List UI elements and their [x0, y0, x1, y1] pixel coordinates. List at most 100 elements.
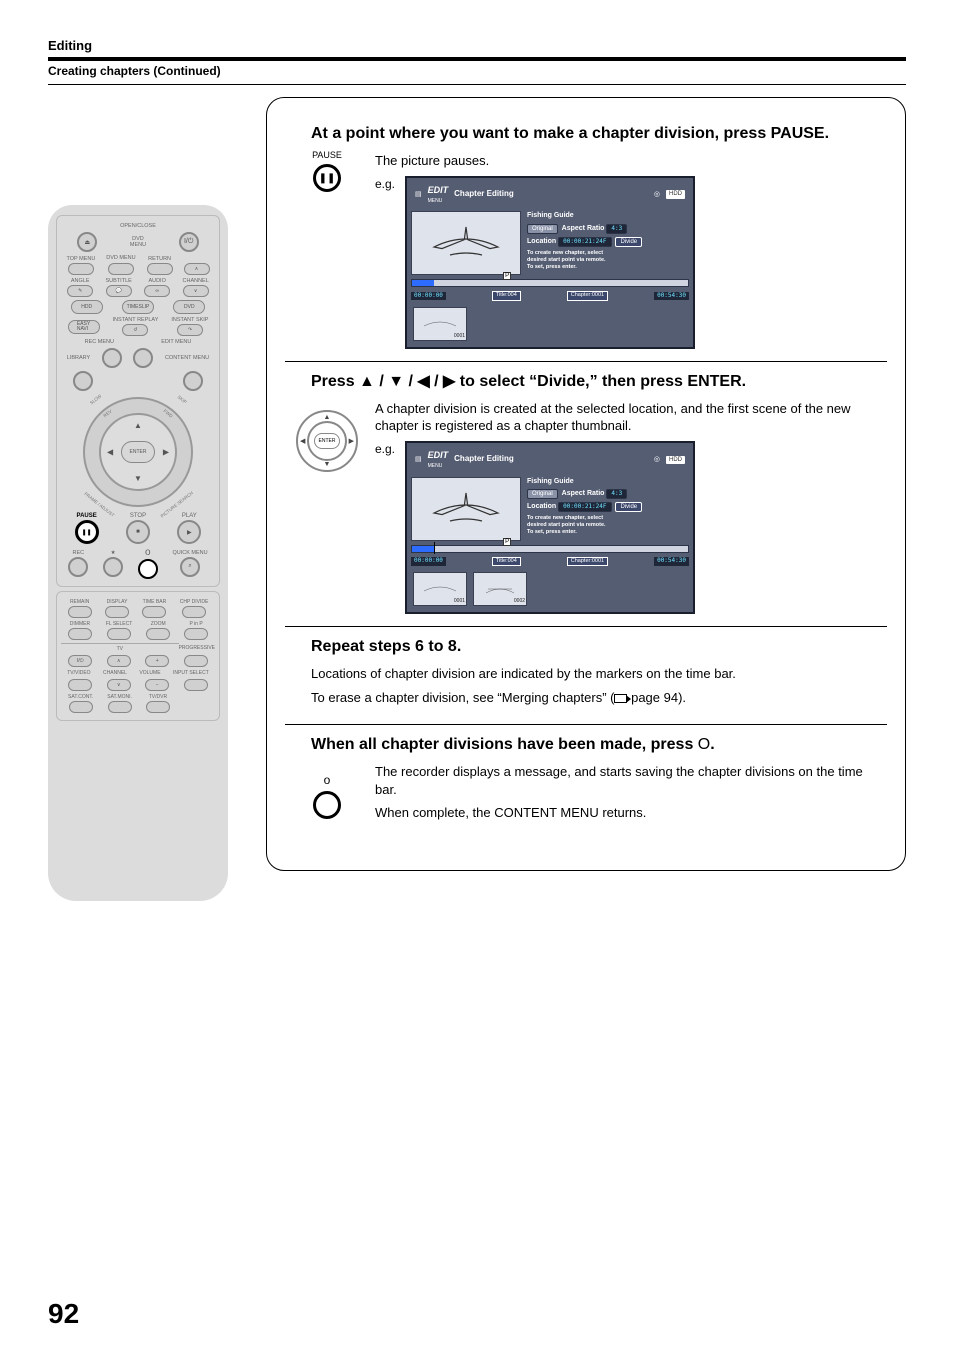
remote-diagram: OPEN/CLOSE ⏏ DVD MENU I/⏻ TOP MENU DVD M… [48, 95, 238, 901]
disc-icon: ◎ [654, 190, 660, 199]
label-timebar: TIME BAR [143, 599, 167, 605]
step-7: Press ▲ / ▼ / ◀ / ▶ to select “Divide,” … [285, 361, 887, 626]
label-zoom: ZOOM [151, 621, 166, 627]
tv-ch-dn-button: ∨ [107, 679, 131, 691]
step-9-heading: When all chapter divisions have been mad… [311, 735, 887, 755]
play-button: ▶ [177, 520, 201, 544]
osd-title: Chapter Editing [454, 454, 648, 465]
osd-thumb-1: 0001 [413, 572, 467, 606]
step-8-heading: Repeat steps 6 to 8. [311, 637, 887, 657]
eg-label: e.g. [375, 176, 395, 192]
dpad-icon: ▲ ▼ ◀ ▶ ENTER [296, 410, 358, 472]
end-button [138, 559, 158, 579]
step-6-heading: At a point where you want to make a chap… [311, 124, 887, 144]
dpad-down-icon: ▼ [134, 474, 142, 483]
label-return: RETURN [148, 256, 171, 262]
timeslip-button: TIMESLIP [122, 300, 154, 314]
label-chpdiv: CHP DIVIDE [180, 599, 209, 605]
label-open-close: OPEN/CLOSE [120, 223, 156, 229]
label-play: PLAY [182, 513, 197, 519]
dpad-left-icon: ◀ [107, 448, 113, 457]
osd-location-label: Location [527, 238, 556, 245]
label-dimmer: DIMMER [70, 621, 90, 627]
osd-chapter-badge: Chapter:0001 [567, 291, 608, 300]
step-8-body2: To erase a chapter division, see “Mergin… [311, 689, 887, 707]
step-6: At a point where you want to make a chap… [285, 114, 887, 361]
osd-location-value: 00:00:21:24F [558, 502, 611, 512]
label-quick-menu: QUICK MENU [172, 550, 207, 556]
pause-icon: ❚❚ [313, 164, 341, 192]
subsection-title: Creating chapters (Continued) [48, 64, 906, 85]
osd-content-title: Fishing Guide [527, 477, 689, 486]
zoom-button [146, 628, 170, 640]
stop-button: ■ [126, 520, 150, 544]
tv-video-button [68, 679, 92, 691]
menu-button [108, 263, 134, 275]
progressive-button [184, 655, 208, 667]
dpad-up-icon: ▲ [134, 421, 142, 430]
osd-timebar: P [411, 545, 689, 553]
eject-button: ⏏ [77, 232, 97, 252]
osd-content-title: Fishing Guide [527, 211, 689, 220]
pause-label: PAUSE [312, 150, 342, 160]
steps-panel: At a point where you want to make a chap… [266, 97, 906, 871]
osd-divide: Divide [615, 237, 642, 247]
osd-hint3: To set, press enter. [527, 264, 689, 271]
osd-hdd-badge: HDD [666, 456, 685, 464]
osd-hint1: To create new chapter, select [527, 250, 689, 257]
osd-location-label: Location [527, 503, 556, 510]
step-8: Repeat steps 6 to 8. Locations of chapte… [285, 626, 887, 724]
timebar-button [142, 606, 166, 618]
disc-icon: ◎ [654, 455, 660, 464]
subtitle-button: 💬 [106, 285, 132, 297]
step-7-heading: Press ▲ / ▼ / ◀ / ▶ to select “Divide,” … [311, 372, 887, 392]
label-ireplay: INSTANT REPLAY [113, 317, 159, 323]
tv-vol-up-button: + [145, 655, 169, 667]
osd-logo: EDIT [428, 185, 449, 195]
label-subtitle: SUBTITLE [106, 278, 132, 284]
display-button [105, 606, 129, 618]
osd-title-badge: Title:004 [492, 557, 521, 566]
label-channel: CHANNEL [183, 278, 209, 284]
osd-screenshot-2: ▤ EDITMENU Chapter Editing ◎ HDD Fishing [405, 441, 695, 614]
label-rec: REC [73, 550, 85, 556]
osd-original: Original [527, 224, 558, 234]
osd-thumb1-num: 0001 [454, 333, 465, 340]
osd-original: Original [527, 489, 558, 499]
chp-divide-button [182, 606, 206, 618]
remain-button [68, 606, 92, 618]
page-ref-icon [614, 694, 627, 703]
step-6-body: The picture pauses. [375, 152, 887, 170]
osd-hint2: desired start point via remote. [527, 257, 689, 264]
osd-chapter-badge: Chapter:0001 [567, 557, 608, 566]
osd-divide: Divide [615, 502, 642, 512]
page-number: 92 [48, 1298, 79, 1330]
osd-hint1: To create new chapter, select [527, 515, 689, 522]
label-pause: PAUSE [77, 513, 97, 519]
osd-preview [411, 477, 521, 541]
osd-thumb2-num: 0002 [514, 598, 525, 605]
airplane-icon [426, 223, 506, 263]
osd-logo: EDIT [428, 450, 449, 460]
audio-button: ∞ [144, 285, 170, 297]
tv-vol-dn-button: − [145, 679, 169, 691]
eg-label-2: e.g. [375, 441, 395, 457]
label-stop: STOP [130, 513, 146, 519]
label-tv: TV [61, 643, 179, 652]
osd-preview [411, 211, 521, 275]
label-iskip: INSTANT SKIP [171, 317, 208, 323]
osd-timebar: P [411, 279, 689, 287]
label-rec-menu: REC MENU [85, 339, 114, 345]
easy-navi-button: EASY NAVI [68, 320, 100, 334]
label-satcont: SAT.CONT. [68, 694, 93, 700]
playhead-icon: P [503, 538, 511, 546]
tv-power-button: I/⏻ [68, 655, 92, 667]
end-icon-small: o [324, 773, 331, 787]
label-remain: REMAIN [70, 599, 89, 605]
osd-hint2: desired start point via remote. [527, 522, 689, 529]
label-flsel: FL SELECT [106, 621, 133, 627]
label-tvvideo: TV/VIDEO [67, 670, 90, 676]
content-menu-button [183, 371, 203, 391]
tv-dvr-button [146, 701, 170, 713]
label-pinp: P in P [189, 621, 202, 627]
